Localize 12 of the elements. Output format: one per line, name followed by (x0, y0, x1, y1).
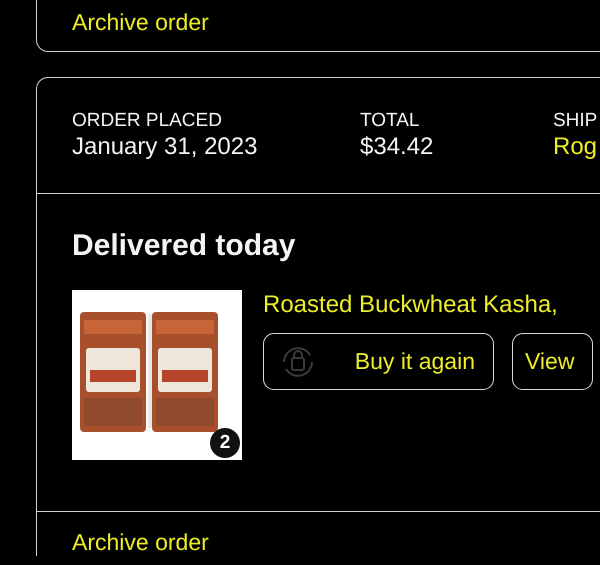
archive-order-link[interactable]: Archive order (72, 529, 209, 555)
view-button[interactable]: View (512, 333, 594, 390)
summary-label: TOTAL (360, 110, 420, 132)
summary-label: ORDER PLACED (72, 110, 223, 132)
archive-order-link[interactable]: Archive order (72, 9, 209, 35)
product-title-link[interactable]: Roasted Buckwheat Kasha, (263, 290, 594, 320)
ship-to-link[interactable]: Rog (553, 132, 600, 162)
summary-value: $34.42 (360, 132, 434, 162)
delivery-status: Delivered today (72, 229, 296, 263)
summary-value: January 31, 2023 (72, 132, 258, 162)
buy-again-button[interactable]: Buy it again (263, 333, 494, 390)
summary-label: SHIP (553, 110, 598, 132)
